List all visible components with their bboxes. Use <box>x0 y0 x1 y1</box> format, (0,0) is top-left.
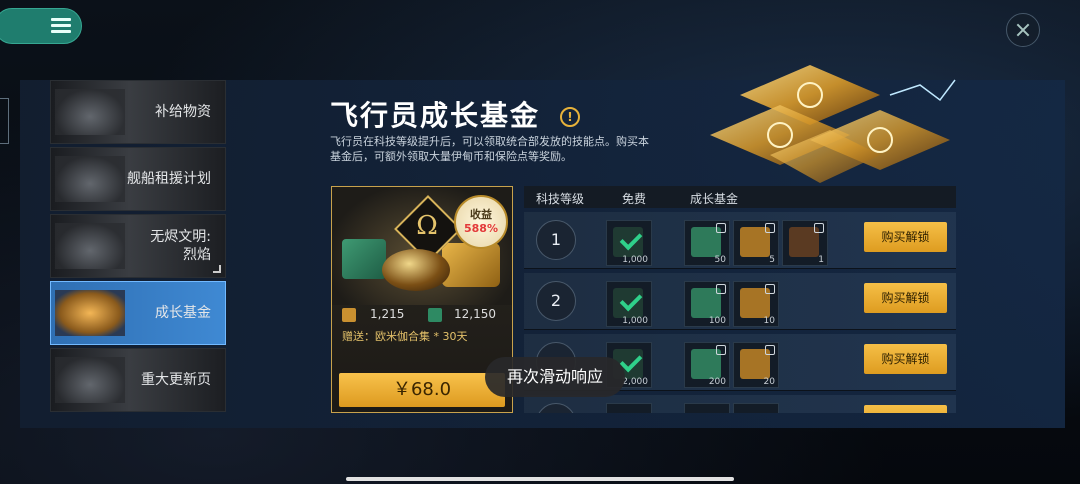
item-count: 1,000 <box>622 255 648 265</box>
home-indicator[interactable] <box>346 477 734 481</box>
lock-icon <box>765 345 775 355</box>
level-circle <box>536 403 576 413</box>
sidebar-item-label: 重大更新页 <box>141 372 211 388</box>
fund-reward-item[interactable]: 20 <box>733 342 779 388</box>
table-row: 1 1,000 50 5 1 购买解锁 <box>524 212 956 269</box>
sidebar-item-label: 舰船租援计划 <box>127 171 211 187</box>
check-icon <box>619 288 643 312</box>
sidebar-item-label: 无烬文明: 烈焰 <box>150 229 211 263</box>
left-edge-handle[interactable] <box>0 98 9 144</box>
fund-reward-item[interactable]: 100 <box>684 281 730 327</box>
item-count: 200 <box>708 377 726 387</box>
fund-reward-item[interactable] <box>733 403 779 413</box>
toast-message: 再次滑动响应 <box>485 357 625 397</box>
badge-label: 收益 <box>470 208 492 221</box>
level-circle: 2 <box>536 281 576 321</box>
page-title: 飞行员成长基金 <box>330 99 541 132</box>
free-reward-item[interactable] <box>606 403 652 413</box>
check-icon <box>619 227 643 251</box>
hamburger-icon <box>51 18 71 34</box>
card-artwork: Ω 收益 588% <box>332 187 512 305</box>
description-text: 飞行员在科技等级提升后，可以领取统合部发放的技能点。购买本基金后，可额外领取大量… <box>330 135 649 163</box>
fund-reward-item[interactable]: 50 <box>684 220 730 266</box>
sidebar-item-label: 补给物资 <box>155 104 211 120</box>
lock-icon <box>716 223 726 233</box>
golden-ship-icon <box>382 249 450 291</box>
ship-thumbnail-icon <box>55 223 125 269</box>
table-row: 2 1,000 100 10 购买解锁 <box>524 273 956 330</box>
col-fund: 成长基金 <box>690 192 739 206</box>
sidebar-item-civilization[interactable]: 无烬文明: 烈焰 <box>50 214 226 278</box>
sidebar-item-ship-rental[interactable]: 舰船租援计划 <box>50 147 226 211</box>
skill-chip-icon <box>613 227 643 257</box>
buy-unlock-button[interactable]: 购买解锁 <box>864 344 947 374</box>
sidebar-item-label: 成长基金 <box>155 305 211 321</box>
lock-icon <box>765 284 775 294</box>
table-header: 科技等级 免费 成长基金 <box>524 186 956 208</box>
item-count: 100 <box>708 316 726 326</box>
info-icon[interactable]: ! <box>560 107 580 127</box>
skill-point-icon <box>342 308 356 322</box>
gold-crates-art <box>710 65 956 183</box>
level-circle: 1 <box>536 220 576 260</box>
item-count: 20 <box>763 377 775 387</box>
price-button[interactable]: ￥68.0 <box>339 373 505 407</box>
lock-icon <box>716 284 726 294</box>
fund-reward-item[interactable]: 5 <box>733 220 779 266</box>
buy-unlock-button[interactable] <box>864 405 947 413</box>
free-reward-item[interactable]: 1,000 <box>606 281 652 327</box>
gift-text: 赠送：欧米伽合集 * 30天 <box>342 330 468 343</box>
ship-thumbnail-icon <box>55 357 125 403</box>
sidebar-item-supplies[interactable]: 补给物资 <box>50 80 226 144</box>
badge-value: 588% <box>464 222 498 235</box>
sidebar-item-major-update[interactable]: 重大更新页 <box>50 348 226 412</box>
skill-chip-icon <box>613 288 643 318</box>
item-count: 2,000 <box>622 377 648 387</box>
fund-reward-item[interactable] <box>684 403 730 413</box>
sidebar: 补给物资 舰船租援计划 无烬文明: 烈焰 成长基金 重大更新页 <box>50 80 226 428</box>
free-reward-item[interactable]: 1,000 <box>606 220 652 266</box>
stat-currency: 12,150 <box>454 307 496 321</box>
insurance-icon <box>428 308 442 322</box>
lock-icon <box>765 223 775 233</box>
item-count: 50 <box>714 255 726 265</box>
fund-reward-item[interactable]: 200 <box>684 342 730 388</box>
menu-button[interactable] <box>0 8 82 44</box>
yield-badge: 收益 588% <box>454 195 508 249</box>
sidebar-item-growth-fund[interactable]: 成长基金 <box>50 281 226 345</box>
cash-stack-icon <box>342 239 386 279</box>
table-row <box>524 395 956 413</box>
lock-icon <box>716 345 726 355</box>
close-button[interactable] <box>1006 13 1040 47</box>
ship-thumbnail-icon <box>55 89 125 135</box>
reward-stats: 1,215 12,150 <box>340 307 504 325</box>
fund-reward-item[interactable]: 1 <box>782 220 828 266</box>
col-level: 科技等级 <box>536 192 585 206</box>
gold-coins-icon <box>442 243 500 287</box>
col-free: 免费 <box>622 192 647 206</box>
fund-reward-item[interactable]: 10 <box>733 281 779 327</box>
stat-skill-points: 1,215 <box>370 307 405 321</box>
item-count: 5 <box>769 255 775 265</box>
buy-unlock-button[interactable]: 购买解锁 <box>864 283 947 313</box>
planet-thumbnail-icon <box>55 156 125 202</box>
item-count: 10 <box>763 316 775 326</box>
lock-icon <box>814 223 824 233</box>
item-count: 1 <box>818 255 824 265</box>
corner-mark-icon <box>213 265 221 273</box>
omega-glyph-icon: Ω <box>416 211 438 241</box>
item-count: 1,000 <box>622 316 648 326</box>
fund-thumbnail-icon <box>55 290 125 336</box>
buy-unlock-button[interactable]: 购买解锁 <box>864 222 947 252</box>
